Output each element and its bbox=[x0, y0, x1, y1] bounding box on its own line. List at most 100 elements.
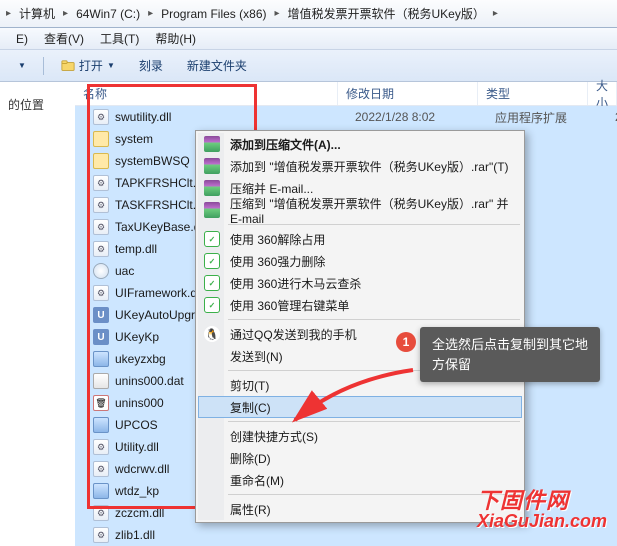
context-menu-item[interactable]: 使用 360进行木马云查杀 bbox=[198, 272, 522, 294]
context-menu-item[interactable]: 压缩到 "增值税发票开票软件（税务UKey版）.rar" 并 E-mail bbox=[198, 199, 522, 221]
chevron-right-icon bbox=[272, 8, 281, 19]
dll-icon bbox=[93, 241, 109, 257]
rar-icon bbox=[204, 136, 220, 152]
dll-icon bbox=[93, 219, 109, 235]
menu-item-label: 重命名(M) bbox=[230, 472, 284, 489]
del-icon bbox=[93, 395, 109, 411]
separator bbox=[43, 57, 44, 75]
360-icon bbox=[204, 297, 220, 313]
rar-icon bbox=[204, 158, 220, 174]
exe-icon bbox=[93, 351, 109, 367]
u-icon bbox=[93, 307, 109, 323]
folder-icon bbox=[93, 153, 109, 169]
context-menu-item[interactable]: 属性(R) bbox=[198, 498, 522, 520]
menu-separator bbox=[228, 319, 520, 320]
dll-icon bbox=[93, 285, 109, 301]
dll-icon bbox=[93, 527, 109, 543]
organize-dropdown[interactable]: ▼ bbox=[8, 58, 36, 73]
file-name: swutility.dll bbox=[115, 110, 171, 124]
open-label: 打开 bbox=[79, 57, 103, 74]
col-size[interactable]: 大小 bbox=[588, 82, 617, 105]
col-name[interactable]: 名称 bbox=[75, 82, 338, 105]
file-name: wtdz_kp bbox=[115, 484, 159, 498]
burn-button[interactable]: 刻录 bbox=[129, 54, 173, 77]
chevron-right-icon bbox=[491, 8, 500, 19]
col-date[interactable]: 修改日期 bbox=[338, 82, 478, 105]
menu-help[interactable]: 帮助(H) bbox=[147, 28, 204, 49]
context-menu-item[interactable]: 删除(D) bbox=[198, 447, 522, 469]
context-menu-item[interactable]: 使用 360管理右键菜单 bbox=[198, 294, 522, 316]
file-name: wdcrwv.dll bbox=[115, 462, 169, 476]
menu-item-label: 删除(D) bbox=[230, 450, 271, 467]
file-name: ukeyzxbg bbox=[115, 352, 166, 366]
menu-tools[interactable]: 工具(T) bbox=[92, 28, 147, 49]
file-row[interactable]: swutility.dll2022/1/28 8:02应用程序扩展2 bbox=[75, 106, 617, 128]
menu-item-label: 复制(C) bbox=[230, 399, 271, 416]
file-name: unins000.dat bbox=[115, 374, 184, 388]
u-icon bbox=[93, 329, 109, 345]
file-name: uac bbox=[115, 264, 134, 278]
file-name: systemBWSQ bbox=[115, 154, 190, 168]
open-button[interactable]: 打开 ▼ bbox=[51, 54, 125, 77]
file-name: Utility.dll bbox=[115, 440, 159, 454]
file-name: zlib1.dll bbox=[115, 528, 155, 542]
toolbar: ▼ 打开 ▼ 刻录 新建文件夹 bbox=[0, 50, 617, 82]
menu-item-label: 剪切(T) bbox=[230, 377, 269, 394]
db-icon bbox=[93, 373, 109, 389]
menu-item-label: 属性(R) bbox=[230, 501, 271, 518]
exe-icon bbox=[93, 417, 109, 433]
menu-item[interactable]: E) bbox=[8, 30, 36, 48]
qq-icon bbox=[204, 326, 220, 342]
context-menu-item[interactable]: 使用 360强力删除 bbox=[198, 250, 522, 272]
chevron-right-icon bbox=[4, 8, 13, 19]
chevron-right-icon bbox=[146, 8, 155, 19]
exe-icon bbox=[93, 483, 109, 499]
dropdown-icon: ▼ bbox=[18, 61, 26, 70]
menu-item-label: 使用 360解除占用 bbox=[230, 231, 325, 248]
file-name: UIFramework.dll bbox=[115, 286, 202, 300]
context-menu-item[interactable]: 使用 360解除占用 bbox=[198, 228, 522, 250]
menu-item-label: 创建快捷方式(S) bbox=[230, 428, 318, 445]
col-type[interactable]: 类型 bbox=[478, 82, 588, 105]
file-name: system bbox=[115, 132, 153, 146]
menu-item-label: 使用 360进行木马云查杀 bbox=[230, 275, 361, 292]
breadcrumb-item[interactable]: Program Files (x86) bbox=[155, 0, 272, 27]
file-name: TaxUKeyBase.dll bbox=[115, 220, 206, 234]
menu-separator bbox=[228, 494, 520, 495]
breadcrumb-item[interactable]: 计算机 bbox=[13, 0, 61, 27]
360-icon bbox=[204, 275, 220, 291]
file-name: UPCOS bbox=[115, 418, 158, 432]
nav-heading: 的位置 bbox=[6, 92, 69, 117]
file-name: UKeyKp bbox=[115, 330, 159, 344]
folder-icon bbox=[93, 131, 109, 147]
menubar: E) 查看(V) 工具(T) 帮助(H) bbox=[0, 28, 617, 50]
column-headers: 名称 修改日期 类型 大小 bbox=[75, 82, 617, 106]
menu-item-label: 添加到压缩文件(A)... bbox=[230, 136, 341, 153]
annotation-badge: 1 bbox=[396, 332, 416, 352]
menu-item-label: 添加到 "增值税发票开票软件（税务UKey版）.rar"(T) bbox=[230, 158, 509, 175]
360-icon bbox=[204, 231, 220, 247]
annotation-callout: 全选然后点击复制到其它地方保留 bbox=[420, 327, 600, 382]
context-menu-item[interactable]: 添加到压缩文件(A)... bbox=[198, 133, 522, 155]
context-menu-item[interactable]: 添加到 "增值税发票开票软件（税务UKey版）.rar"(T) bbox=[198, 155, 522, 177]
navigation-pane[interactable]: 的位置 bbox=[0, 82, 75, 538]
dll-icon bbox=[93, 197, 109, 213]
context-menu-item[interactable]: 创建快捷方式(S) bbox=[198, 425, 522, 447]
360-icon bbox=[204, 253, 220, 269]
dll-icon bbox=[93, 461, 109, 477]
file-row[interactable]: zlib1.dll bbox=[75, 524, 617, 546]
menu-item-label: 使用 360强力删除 bbox=[230, 253, 325, 270]
shield-icon bbox=[93, 263, 109, 279]
rar-icon bbox=[204, 180, 220, 196]
dll-icon bbox=[93, 505, 109, 521]
context-menu-item[interactable]: 复制(C) bbox=[198, 396, 522, 418]
file-type: 应用程序扩展 bbox=[495, 109, 567, 126]
breadcrumb[interactable]: 计算机 64Win7 (C:) Program Files (x86) 增值税发… bbox=[0, 0, 617, 28]
new-folder-button[interactable]: 新建文件夹 bbox=[177, 54, 257, 77]
menu-view[interactable]: 查看(V) bbox=[36, 28, 92, 49]
breadcrumb-item[interactable]: 增值税发票开票软件（税务UKey版） bbox=[282, 0, 491, 27]
dropdown-icon: ▼ bbox=[107, 61, 115, 70]
context-menu-item[interactable]: 重命名(M) bbox=[198, 469, 522, 491]
menu-item-label: 压缩到 "增值税发票开票软件（税务UKey版）.rar" 并 E-mail bbox=[230, 195, 522, 226]
breadcrumb-item[interactable]: 64Win7 (C:) bbox=[70, 0, 146, 27]
